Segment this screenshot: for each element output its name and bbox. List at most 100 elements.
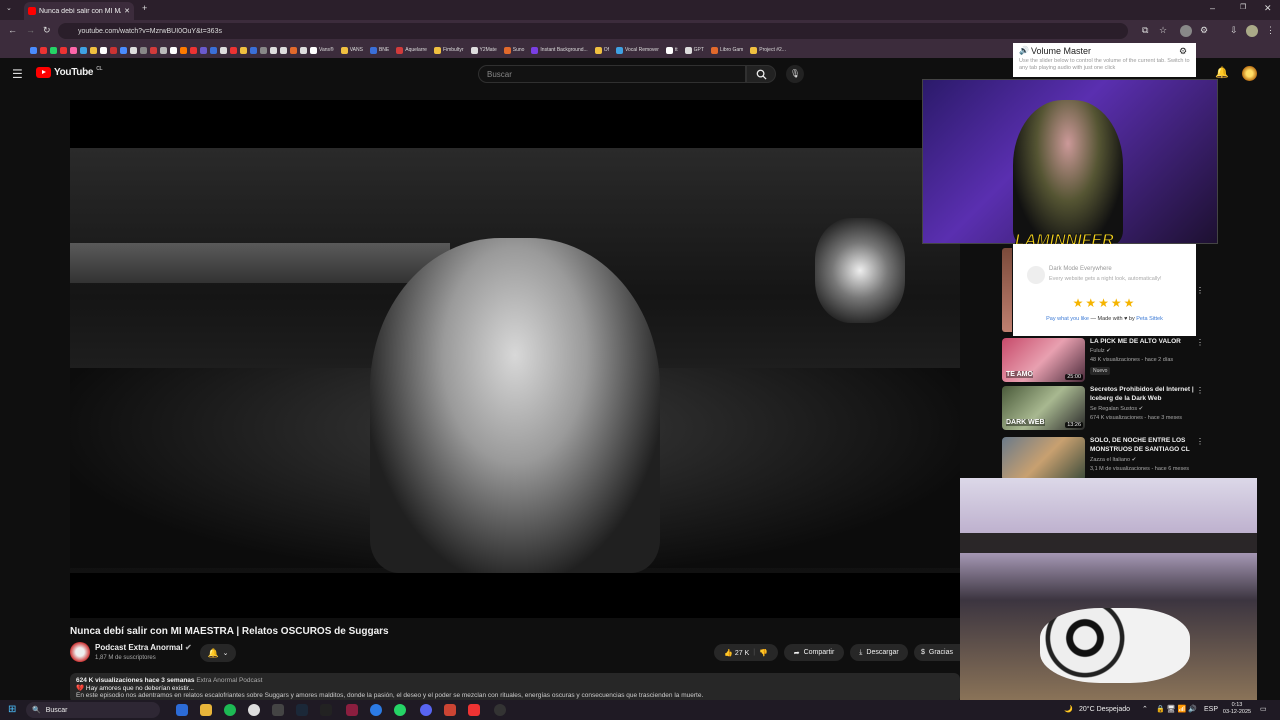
description-box[interactable]: 624 K visualizaciones hace 3 semanas Ext… bbox=[70, 673, 960, 703]
bookmark-favicon-icon[interactable] bbox=[280, 46, 287, 54]
bookmark-item[interactable]: Project #2... bbox=[750, 46, 786, 54]
video-thumbnail[interactable] bbox=[1002, 437, 1085, 481]
more-actions-icon[interactable]: ⋮ bbox=[1196, 386, 1204, 395]
url-field[interactable]: youtube.com/watch?v=MzrwBUI0OuY&t=363s bbox=[58, 23, 1128, 39]
recommended-channel[interactable]: Fululz ✔ bbox=[1090, 348, 1111, 354]
more-actions-icon[interactable]: ⋮ bbox=[1196, 437, 1204, 446]
voice-search-button[interactable]: 🎙 bbox=[786, 65, 804, 83]
tab-search-icon[interactable]: ⌄ bbox=[6, 5, 12, 12]
search-button[interactable] bbox=[746, 65, 776, 83]
bookmark-item[interactable]: tt bbox=[665, 46, 678, 54]
app-icon[interactable] bbox=[346, 704, 358, 716]
bookmark-favicon-icon[interactable] bbox=[100, 46, 107, 54]
bookmark-favicon-icon[interactable] bbox=[80, 46, 87, 54]
video-thumbnail[interactable]: TE AMO 25:00 bbox=[1002, 338, 1085, 382]
discord-icon[interactable] bbox=[420, 704, 432, 716]
bookmark-favicon-icon[interactable] bbox=[150, 46, 157, 54]
notifications-bell-icon[interactable]: 🔔 bbox=[1215, 68, 1229, 79]
language-indicator[interactable]: ESP bbox=[1204, 706, 1218, 713]
bookmark-favicon-icon[interactable] bbox=[300, 46, 307, 54]
bookmark-item[interactable]: GPT bbox=[684, 46, 704, 54]
bookmark-favicon-icon[interactable] bbox=[200, 46, 207, 54]
whatsapp-icon[interactable] bbox=[394, 704, 406, 716]
thanks-button[interactable]: $ Gracias bbox=[914, 644, 960, 661]
bookmark-item[interactable]: Aquelarre bbox=[396, 46, 427, 54]
bookmark-item[interactable]: VANS bbox=[340, 46, 363, 54]
bookmark-favicon-icon[interactable] bbox=[120, 46, 127, 54]
app-icon[interactable] bbox=[494, 704, 506, 716]
search-input[interactable]: Buscar bbox=[478, 65, 746, 83]
bookmark-item[interactable]: BNE bbox=[369, 46, 389, 54]
bookmark-favicon-icon[interactable] bbox=[50, 46, 57, 54]
notifications-icon[interactable]: ▭ bbox=[1260, 705, 1267, 713]
account-avatar[interactable] bbox=[1242, 66, 1257, 81]
more-actions-icon[interactable]: ⋮ bbox=[1196, 338, 1204, 347]
rating-stars[interactable]: ★★★★★ bbox=[1013, 296, 1196, 310]
browser-tab[interactable]: Nunca debí salir con MI MA ✕ bbox=[24, 2, 134, 20]
video-player[interactable] bbox=[70, 100, 960, 618]
bookmark-favicon-icon[interactable] bbox=[210, 46, 217, 54]
subscription-bell-button[interactable]: 🔔 ⌄ bbox=[200, 644, 236, 662]
bookmark-favicon-icon[interactable] bbox=[250, 46, 257, 54]
bookmark-favicon-icon[interactable] bbox=[30, 46, 37, 54]
bookmark-item[interactable]: Y2Mate bbox=[470, 46, 497, 54]
bookmark-favicon-icon[interactable] bbox=[160, 46, 167, 54]
recommended-title[interactable]: LA PICK ME DE ALTO VALOR bbox=[1090, 338, 1202, 347]
hamburger-menu-icon[interactable]: ☰ bbox=[12, 68, 23, 80]
bookmark-favicon-icon[interactable] bbox=[260, 46, 267, 54]
downloads-icon[interactable]: ⇩ bbox=[1230, 26, 1238, 35]
app-icon[interactable] bbox=[370, 704, 382, 716]
bookmark-favicon-icon[interactable] bbox=[170, 46, 177, 54]
profile-avatar[interactable] bbox=[1246, 25, 1258, 37]
toggle-circle-icon[interactable] bbox=[1027, 266, 1045, 284]
youtube-logo[interactable]: YouTube CL bbox=[36, 66, 103, 78]
back-icon[interactable]: ← bbox=[8, 26, 17, 35]
reload-icon[interactable]: ↻ bbox=[43, 26, 51, 35]
close-window-icon[interactable]: ✕ bbox=[1264, 4, 1272, 13]
author-link[interactable]: Peta Sittek bbox=[1136, 316, 1163, 322]
app-icon[interactable] bbox=[468, 704, 480, 716]
bookmark-favicon-icon[interactable] bbox=[90, 46, 97, 54]
tray-chevron-icon[interactable]: ⌃ bbox=[1142, 705, 1148, 713]
recommended-channel[interactable]: Zazza el Italiano ✔ bbox=[1090, 457, 1136, 463]
bookmark-favicon-icon[interactable] bbox=[220, 46, 227, 54]
bookmark-item[interactable]: Libro Gam bbox=[710, 46, 743, 54]
terminal-icon[interactable] bbox=[272, 704, 284, 716]
bookmark-item[interactable]: Suno bbox=[503, 46, 524, 54]
taskbar-search[interactable]: 🔍 Buscar bbox=[26, 702, 160, 718]
bookmark-item[interactable]: Vocal Remover bbox=[615, 46, 659, 54]
pay-link[interactable]: Pay what you like bbox=[1046, 316, 1089, 322]
settings-gear-icon[interactable]: ⚙ bbox=[1179, 46, 1187, 57]
bookmark-favicon-icon[interactable] bbox=[140, 46, 147, 54]
dark-mode-popup[interactable]: Dark Mode Everywhere Every website gets … bbox=[1013, 244, 1196, 336]
partially-hidden-thumbnail[interactable] bbox=[1002, 248, 1012, 332]
bookmark-favicon-icon[interactable] bbox=[290, 46, 297, 54]
bookmark-favicon-icon[interactable] bbox=[230, 46, 237, 54]
edge-icon[interactable] bbox=[176, 704, 188, 716]
browser-menu-icon[interactable]: ⋮ bbox=[1266, 26, 1275, 35]
bookmark-favicon-icon[interactable] bbox=[240, 46, 247, 54]
like-button[interactable]: 👍 27 K bbox=[724, 649, 749, 657]
recommended-video[interactable]: DARK WEB 13:26 Secretos Prohibidos del Int… bbox=[1002, 386, 1212, 432]
bookmark-favicon-icon[interactable] bbox=[130, 46, 137, 54]
bookmark-favicon-icon[interactable] bbox=[180, 46, 187, 54]
chrome-icon[interactable] bbox=[248, 704, 260, 716]
app-icon[interactable] bbox=[444, 704, 456, 716]
file-explorer-icon[interactable] bbox=[200, 704, 212, 716]
bookmark-favicon-icon[interactable] bbox=[40, 46, 47, 54]
new-tab-icon[interactable]: + bbox=[142, 4, 147, 13]
forward-icon[interactable]: → bbox=[26, 26, 35, 35]
bookmark-star-icon[interactable]: ☆ bbox=[1159, 26, 1167, 35]
video-thumbnail[interactable]: DARK WEB 13:26 bbox=[1002, 386, 1085, 430]
app-icon[interactable] bbox=[320, 704, 332, 716]
bookmark-item[interactable]: Vans® bbox=[310, 46, 334, 54]
clock[interactable]: 0:13 03-12-2025 bbox=[1222, 702, 1252, 717]
volume-master-popup[interactable]: 🔊 Volume Master ⚙ Use the slider below t… bbox=[1013, 43, 1196, 77]
recommended-title[interactable]: Secretos Prohibidos del Internet | Icebe… bbox=[1090, 386, 1202, 404]
share-button[interactable]: ➦ Compartir bbox=[784, 644, 844, 661]
recommended-video[interactable]: SOLO, DE NOCHE ENTRE LOS MONSTRUOS DE SA… bbox=[1002, 437, 1212, 483]
bookmark-favicon-icon[interactable] bbox=[270, 46, 277, 54]
bookmark-favicon-icon[interactable] bbox=[110, 46, 117, 54]
bookmark-item[interactable]: Fimbultyr bbox=[433, 46, 464, 54]
bookmark-favicon-icon[interactable] bbox=[60, 46, 67, 54]
